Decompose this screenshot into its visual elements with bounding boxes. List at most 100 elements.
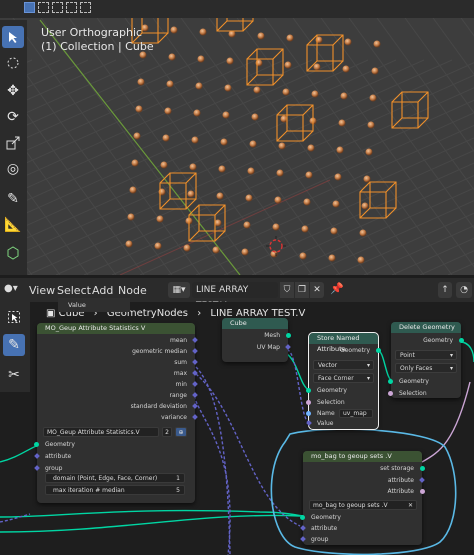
sphere-instance xyxy=(278,142,286,150)
node-tree-type-icon[interactable]: ▦▾ xyxy=(168,282,190,298)
selection-input-socket[interactable] xyxy=(388,391,393,396)
cube-node[interactable]: Cube Mesh UV Map xyxy=(222,318,291,362)
close-icon[interactable]: ✕ xyxy=(310,282,324,298)
scale-tool-icon[interactable] xyxy=(2,132,24,154)
delete-geometry-node[interactable]: Delete Geometry Geometry Point ▾ Only Fac… xyxy=(388,322,464,398)
input-attribute: attribute xyxy=(45,453,72,460)
geometry-input-socket[interactable] xyxy=(300,515,305,520)
mode-dropdown[interactable]: Only Faces ▾ xyxy=(395,363,457,373)
select-invert-icon[interactable] xyxy=(66,2,77,13)
viewport-header xyxy=(0,0,474,18)
geometry-input-socket[interactable] xyxy=(34,442,39,447)
rotate-tool-icon[interactable]: ⟳ xyxy=(2,106,24,128)
mesh-socket[interactable] xyxy=(286,333,291,338)
attribute-bool-socket[interactable] xyxy=(420,489,425,494)
geometry-input-socket[interactable] xyxy=(306,388,311,393)
sphere-instance xyxy=(162,134,170,142)
sphere-instance xyxy=(160,161,168,169)
sphere-instance xyxy=(303,198,311,206)
data-type-dropdown[interactable]: Vector ▾ xyxy=(313,360,374,370)
group-selector-value: mo_bag to geoup sets .V xyxy=(313,502,388,509)
overlay-icon[interactable]: ◔ xyxy=(456,282,472,298)
3d-viewport[interactable]: ✥ ⟳ ◎ ✎ 📐 User Orthographic (1) Collecti… xyxy=(0,0,474,275)
sphere-instance xyxy=(342,65,350,73)
node-group-name-field[interactable]: LINE ARRAY TEST.V xyxy=(192,282,278,311)
domain-dropdown[interactable]: Point ▾ xyxy=(395,350,457,360)
sphere-instance xyxy=(369,94,377,102)
select-box-mode-icon[interactable] xyxy=(24,2,35,13)
sphere-instance xyxy=(154,242,162,250)
node-header[interactable]: MO_Geup Attribute Statistics V xyxy=(37,323,195,334)
fake-user-icon[interactable]: ⛉ xyxy=(280,282,294,298)
sphere-instance xyxy=(282,88,290,96)
sphere-instance xyxy=(373,40,381,48)
group-users-count[interactable]: 2 xyxy=(162,427,172,437)
name-field[interactable]: uv_map xyxy=(339,409,373,418)
geometry-output-socket[interactable] xyxy=(376,348,381,353)
select-subtract-icon[interactable] xyxy=(52,2,63,13)
domain-value: 1 xyxy=(176,475,180,482)
output-geometry: Geometry xyxy=(340,347,370,354)
move-tool-icon[interactable]: ✥ xyxy=(2,80,24,102)
store-named-attribute-node[interactable]: Store Named Attribute Geometry Vector ▾ F… xyxy=(306,332,381,430)
node-header[interactable]: mo_bag to geoup sets .V xyxy=(303,451,422,462)
annotate-tool-icon[interactable]: ✎ xyxy=(2,188,24,210)
output-geometry: Geometry xyxy=(423,337,453,344)
node-header[interactable]: Cube xyxy=(222,318,288,329)
cursor-tool-icon[interactable] xyxy=(2,52,24,74)
sphere-instance xyxy=(299,252,307,260)
select-tool-icon[interactable] xyxy=(2,26,24,48)
sphere-instance xyxy=(125,240,133,248)
geometry-input-socket[interactable] xyxy=(388,379,393,384)
duplicate-icon[interactable]: ❐ xyxy=(295,282,309,298)
domain-field[interactable]: domain (Point, Edge, Face, Corner) 1 xyxy=(45,473,185,483)
sphere-instance xyxy=(274,196,282,204)
selection-input-socket[interactable] xyxy=(306,400,311,405)
sphere-instance xyxy=(249,140,257,148)
select-extend-icon[interactable] xyxy=(38,2,49,13)
transform-tool-icon[interactable]: ◎ xyxy=(2,158,24,180)
fake-user-toggle[interactable]: ⊕ xyxy=(175,427,187,437)
pin-icon[interactable]: 📌 xyxy=(330,282,344,295)
parent-node-tree-icon[interactable]: ↑ xyxy=(438,282,452,298)
name-input-socket[interactable] xyxy=(306,411,311,416)
input-geometry: Geometry xyxy=(45,441,75,448)
sphere-instance xyxy=(195,82,203,90)
geometry-output-socket[interactable] xyxy=(459,338,464,343)
editor-type-icon[interactable]: ●▾ xyxy=(4,283,20,296)
add-cube-tool-icon[interactable] xyxy=(2,242,24,264)
domain-value: Face Corner xyxy=(318,375,354,382)
sphere-instance xyxy=(251,113,259,121)
menu-node[interactable]: Node xyxy=(118,284,147,297)
node-group-selector[interactable]: mo_bag to geoup sets .V ✕ xyxy=(309,500,417,510)
sphere-instance xyxy=(193,109,201,117)
sphere-instance xyxy=(253,86,261,94)
measure-tool-icon[interactable]: 📐 xyxy=(2,214,24,236)
select-intersect-icon[interactable] xyxy=(80,2,91,13)
sphere-instance xyxy=(224,84,232,92)
output-set-storage: set storage xyxy=(380,465,414,472)
sphere-instance xyxy=(359,229,367,237)
sphere-instance xyxy=(307,144,315,152)
iteration-value: 5 xyxy=(176,487,180,494)
sphere-instance xyxy=(338,119,346,127)
node-canvas[interactable]: ✎ ✂ ▣ Cube › GeometryNodes › LINE ARRAY … xyxy=(0,298,474,555)
sphere-instance xyxy=(361,202,369,210)
domain-dropdown[interactable]: Face Corner ▾ xyxy=(313,373,374,383)
input-group: group xyxy=(45,465,63,472)
iteration-field[interactable]: max iteration # median 5 xyxy=(45,485,185,495)
bag-to-group-sets-node[interactable]: mo_bag to geoup sets .V set storage attr… xyxy=(300,451,425,545)
output-mean: mean xyxy=(169,337,187,344)
sphere-instance xyxy=(367,121,375,129)
node-header[interactable]: Store Named Attribute xyxy=(309,333,378,353)
menu-select[interactable]: Select xyxy=(57,284,91,297)
menu-add[interactable]: Add xyxy=(92,284,113,297)
node-group-selector[interactable]: MO_Geup Attribute Statistics.V xyxy=(43,427,159,437)
domain-label: domain (Point, Edge, Face, Corner) xyxy=(53,475,158,482)
sphere-instance xyxy=(199,28,207,36)
menu-view[interactable]: View xyxy=(29,284,55,297)
output-mesh: Mesh xyxy=(264,332,280,339)
node-header[interactable]: Delete Geometry xyxy=(391,322,461,333)
attribute-statistics-node[interactable]: MO_Geup Attribute Statistics V mean geom… xyxy=(34,323,198,503)
set-storage-socket[interactable] xyxy=(420,466,425,471)
